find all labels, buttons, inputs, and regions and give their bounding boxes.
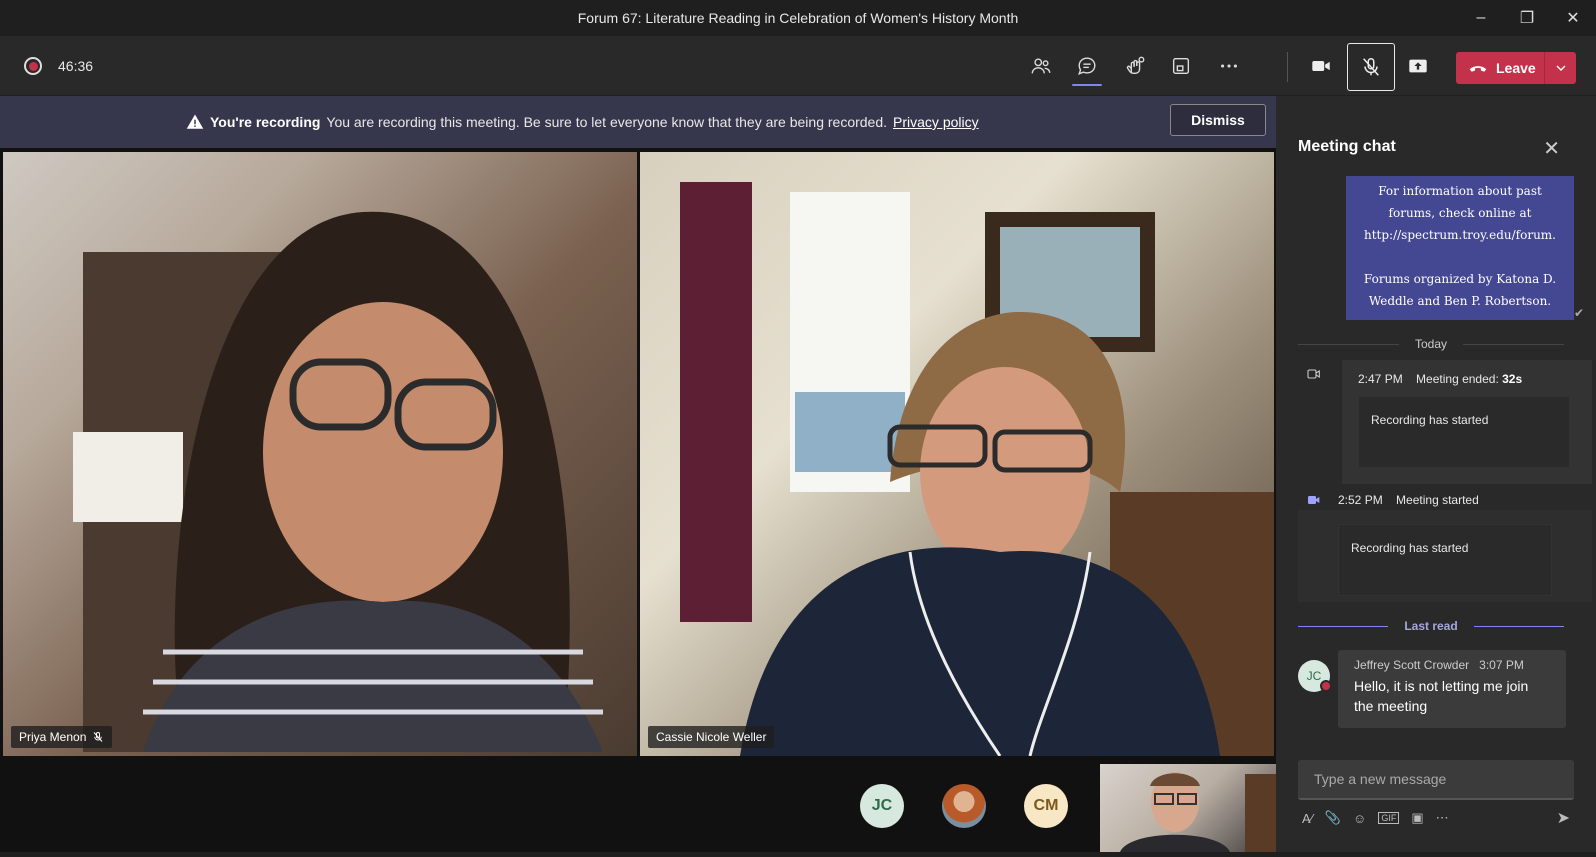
share-icon[interactable] [1400, 49, 1436, 83]
compose-toolbar: A∕ 📎 ☺ GIF ▣ ⋯ [1302, 808, 1572, 828]
participant-name-tag: Cassie Nicole Weller [648, 726, 775, 748]
restore-icon[interactable]: ❐ [1504, 0, 1550, 36]
video-tile-priya[interactable]: Priya Menon [3, 152, 637, 756]
mute-button[interactable] [1347, 43, 1395, 91]
message-meta: Jeffrey Scott Crowder 3:07 PM [1354, 658, 1550, 672]
meeting-timer: 46:36 [58, 58, 94, 74]
event-duration: 32s [1502, 372, 1523, 386]
participant-name-tag: Priya Menon [11, 726, 113, 748]
self-video-preview[interactable] [1100, 764, 1276, 852]
info-message-card: For information about past forums, check… [1346, 176, 1574, 320]
camera-icon[interactable] [1303, 49, 1339, 83]
leave-main[interactable]: Leave [1456, 58, 1544, 78]
banner-content: You're recording You are recording this … [186, 113, 979, 131]
event-line: 2:47 PM Meeting ended: 32s [1358, 372, 1522, 386]
chat-message[interactable]: Jeffrey Scott Crowder 3:07 PM Hello, it … [1338, 650, 1566, 728]
close-window-icon[interactable]: ✕ [1550, 0, 1596, 36]
recording-card-text: Recording has started [1351, 541, 1469, 555]
title-bar: Forum 67: Literature Reading in Celebrat… [0, 0, 1596, 36]
more-options-icon[interactable]: ⋯ [1436, 810, 1449, 826]
close-icon[interactable]: ✕ [1543, 136, 1560, 161]
event-text: Meeting ended: [1416, 372, 1499, 386]
participant-name: Priya Menon [19, 730, 87, 744]
toolbar-divider [1287, 52, 1288, 82]
notice-line: For information about past [1378, 184, 1542, 198]
sticker-icon[interactable]: ▣ [1411, 810, 1423, 826]
event-text: Meeting started [1396, 493, 1479, 507]
recording-icon [24, 57, 42, 75]
recording-card-text: Recording has started [1371, 413, 1489, 427]
message-input[interactable]: Type a new message [1298, 760, 1574, 800]
seen-check-icon: ✔ [1573, 306, 1584, 320]
call-started-icon [1306, 492, 1322, 511]
gif-icon[interactable]: GIF [1378, 812, 1400, 824]
leave-label: Leave [1496, 60, 1536, 76]
more-icon[interactable] [1211, 49, 1247, 83]
self-video [1120, 772, 1276, 852]
participant-video [680, 182, 1274, 756]
meeting-toolbar: 46:36 Leave [0, 36, 1596, 96]
event-time: 2:52 PM [1338, 493, 1383, 507]
notice-spacer [1346, 246, 1574, 268]
format-icon[interactable]: A∕ [1302, 811, 1313, 826]
reactions-icon[interactable] [1117, 49, 1153, 83]
recording-card[interactable]: Recording has started [1338, 524, 1552, 596]
chat-title: Meeting chat [1298, 138, 1396, 155]
notice-line: forums, check online at [1388, 206, 1532, 220]
meeting-chat-panel: Meeting chat ✕ For information about pas… [1276, 96, 1596, 852]
send-icon[interactable]: ➤ [1557, 808, 1570, 828]
event-line: 2:52 PM Meeting started [1338, 493, 1479, 507]
video-tile-cassie[interactable]: Cassie Nicole Weller [640, 152, 1274, 756]
video-stage: Priya Menon Cassie Nicole Weller JC CM [0, 148, 1276, 852]
avatar[interactable] [942, 784, 986, 828]
minimize-icon[interactable]: – [1458, 0, 1504, 36]
message-text: Hello, it is not letting me join the mee… [1354, 678, 1529, 714]
meeting-event-card: Recording has started [1298, 510, 1592, 602]
call-ended-icon [1306, 366, 1322, 385]
mic-off-icon [1363, 58, 1379, 76]
chat-icon[interactable] [1069, 49, 1105, 86]
recording-card[interactable]: Recording has started [1358, 396, 1570, 468]
leave-button[interactable]: Leave [1456, 52, 1576, 84]
message-placeholder: Type a new message [1314, 771, 1447, 787]
privacy-policy-link[interactable]: Privacy policy [893, 114, 979, 130]
message-time: 3:07 PM [1479, 658, 1524, 672]
dismiss-button[interactable]: Dismiss [1170, 104, 1266, 136]
last-read-label: Last read [1404, 619, 1458, 633]
share-tray-icon[interactable] [1163, 49, 1199, 83]
banner-message: You are recording this meeting. Be sure … [326, 114, 888, 130]
avatar[interactable]: CM [1024, 784, 1068, 828]
notice-line: Forums organized by Katona D. [1363, 272, 1557, 286]
participant-video [73, 211, 603, 752]
people-icon[interactable] [1023, 49, 1059, 83]
message-sender: Jeffrey Scott Crowder [1354, 658, 1470, 672]
window-controls: – ❐ ✕ [1458, 0, 1596, 36]
avatar[interactable]: JC [860, 784, 904, 828]
meeting-event-card: 2:47 PM Meeting ended: 32s Recording has… [1342, 360, 1592, 484]
notice-line: http://spectrum.troy.edu/forum. [1364, 228, 1556, 242]
window-title: Forum 67: Literature Reading in Celebrat… [577, 10, 1019, 26]
participant-name: Cassie Nicole Weller [656, 730, 767, 744]
warning-icon [186, 114, 204, 129]
notice-line: Weddle and Ben P. Robertson. [1368, 294, 1552, 308]
chevron-down-icon[interactable] [1545, 60, 1576, 76]
hangup-icon [1469, 66, 1487, 72]
participant-avatars: JC CM [860, 760, 1068, 852]
event-time: 2:47 PM [1358, 372, 1403, 386]
mic-off-icon [94, 732, 103, 742]
date-label: Today [1414, 337, 1448, 351]
banner-title: You're recording [210, 114, 321, 130]
attach-icon[interactable]: 📎 [1325, 810, 1341, 826]
emoji-icon[interactable]: ☺ [1353, 811, 1366, 826]
recording-banner: You're recording You are recording this … [0, 96, 1276, 148]
last-read-divider: Last read [1298, 618, 1564, 634]
date-divider: Today [1298, 336, 1564, 352]
status-badge [1320, 680, 1332, 692]
